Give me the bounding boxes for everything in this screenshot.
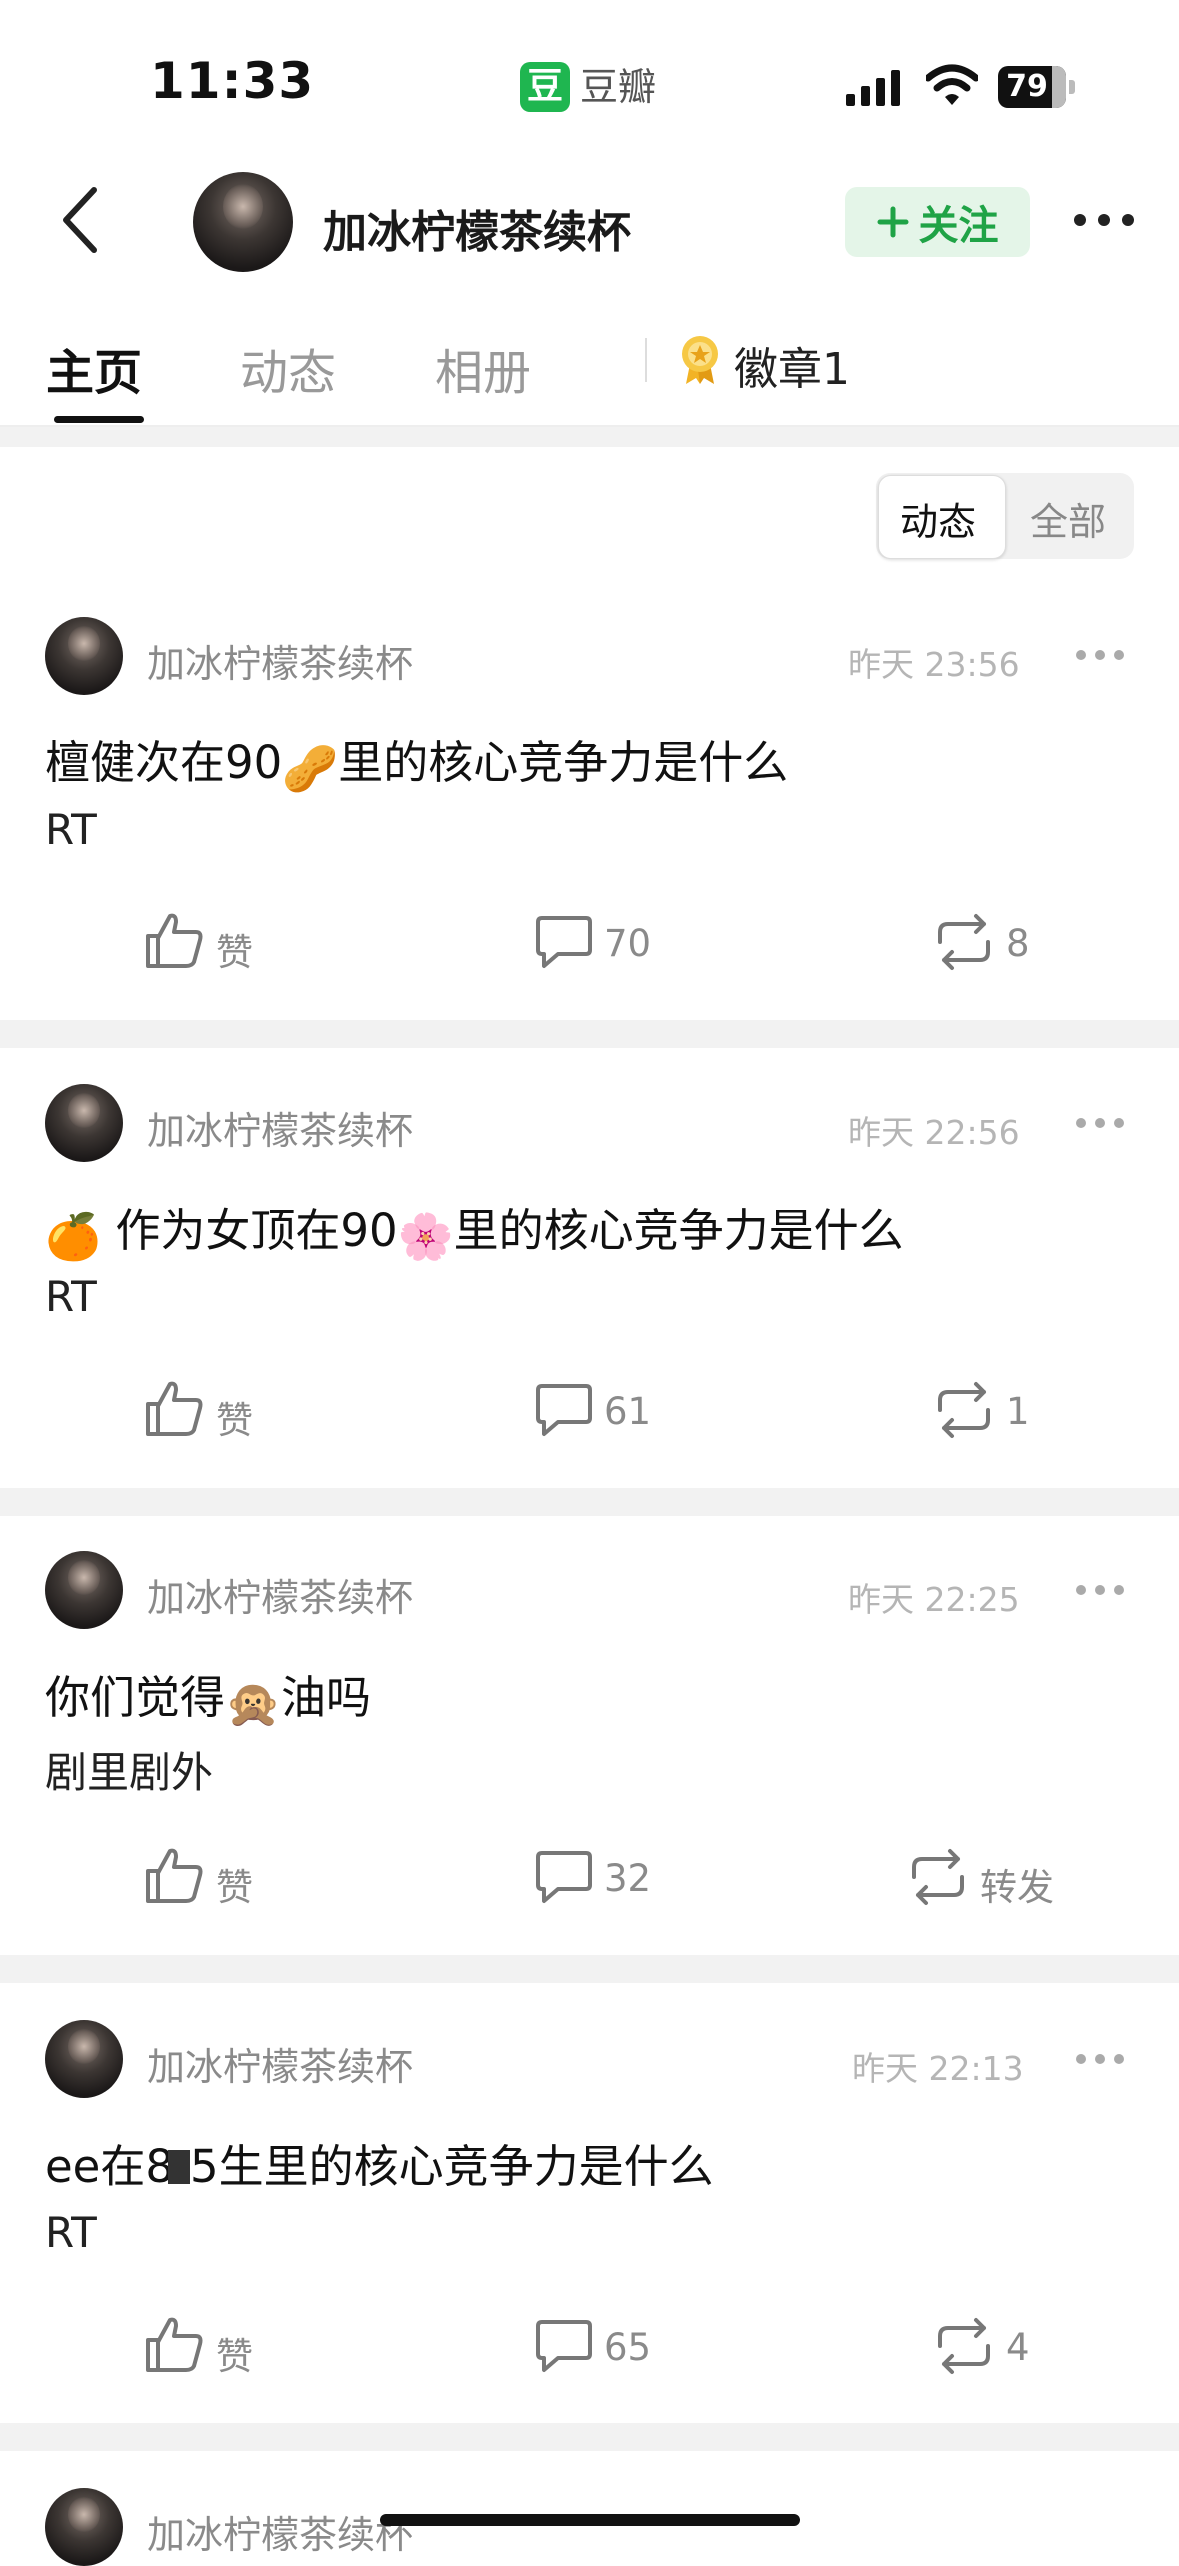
like-label[interactable]: 赞 xyxy=(216,1857,253,1911)
post-body: RT xyxy=(45,2208,97,2257)
like-icon[interactable] xyxy=(142,910,206,970)
comment-count[interactable]: 61 xyxy=(604,1390,651,1433)
follow-button[interactable]: 关注 xyxy=(845,187,1030,257)
post-title-text: 檀健次在90 xyxy=(45,736,283,789)
app-name: 豆瓣 xyxy=(580,65,657,109)
comment-icon[interactable] xyxy=(532,1380,596,1440)
post-time: 昨天 22:56 xyxy=(848,1113,1020,1152)
like-label[interactable]: 赞 xyxy=(216,2326,253,2380)
post-author[interactable]: 加冰柠檬茶续杯 xyxy=(147,633,413,688)
post-author[interactable]: 加冰柠檬茶续杯 xyxy=(147,2504,413,2559)
repost-icon[interactable] xyxy=(932,1380,996,1440)
follow-label: 关注 xyxy=(918,203,999,249)
repost-count[interactable]: 4 xyxy=(1006,2326,1030,2369)
post-author-avatar[interactable] xyxy=(45,1084,123,1162)
repost-icon[interactable] xyxy=(932,912,996,972)
profile-name: 加冰柠檬茶续杯 xyxy=(323,207,631,258)
post-separator xyxy=(0,1488,1179,1516)
post-author-avatar[interactable] xyxy=(45,617,123,695)
post-title-text: 你们觉得 xyxy=(45,1671,226,1724)
back-icon[interactable] xyxy=(50,180,110,260)
comment-icon[interactable] xyxy=(532,2316,596,2376)
blossom-emoji: 🌸 xyxy=(397,1210,454,1263)
post-title-text: 油吗 xyxy=(281,1671,372,1724)
repost-icon[interactable] xyxy=(932,2316,996,2376)
tab-badges[interactable]: 徽章1 xyxy=(734,333,850,397)
post-author[interactable]: 加冰柠檬茶续杯 xyxy=(147,1100,413,1155)
post-time: 昨天 22:13 xyxy=(852,2049,1024,2088)
post-time: 昨天 23:56 xyxy=(848,645,1020,684)
douban-app-icon: 豆 xyxy=(520,62,570,112)
orange-emoji: 🍊 xyxy=(45,1210,102,1263)
more-options-icon[interactable] xyxy=(1072,210,1136,230)
battery-level: 79 xyxy=(1006,69,1048,104)
comment-icon[interactable] xyxy=(532,1847,596,1907)
post-title: ee在8 5生里的核心竞争力是什么 xyxy=(45,2130,714,2195)
like-icon[interactable] xyxy=(142,1378,206,1438)
comment-icon[interactable] xyxy=(532,912,596,972)
post-title: 你们觉得🙊油吗 xyxy=(45,1661,371,1730)
tab-home[interactable]: 主页 xyxy=(46,333,142,403)
post-body: 剧里剧外 xyxy=(45,1748,214,1797)
repost-count[interactable]: 8 xyxy=(1006,922,1030,965)
home-indicator[interactable] xyxy=(380,2514,800,2526)
post-title-text: 作为女顶在90 xyxy=(101,1204,398,1257)
profile-avatar[interactable] xyxy=(193,172,293,272)
post-title-text: ee在8 xyxy=(45,2140,175,2193)
post-more-icon[interactable] xyxy=(1075,1583,1125,1597)
post-author[interactable]: 加冰柠檬茶续杯 xyxy=(147,1567,413,1622)
post-title: 檀健次在90🥜里的核心竞争力是什么 xyxy=(45,726,788,795)
section-separator xyxy=(0,427,1179,447)
post-separator xyxy=(0,1955,1179,1983)
tab-activity[interactable]: 动态 xyxy=(240,333,336,403)
monkey-emoji: 🙊 xyxy=(225,1677,282,1730)
post-title-text: 里的核心竞争力是什么 xyxy=(453,1204,904,1257)
peanut-emoji: 🥜 xyxy=(282,742,339,795)
post-title-text: 里的核心竞争力是什么 xyxy=(338,736,789,789)
post-separator xyxy=(0,1020,1179,1048)
post-body: RT xyxy=(45,1272,97,1321)
filter-activity[interactable]: 动态 xyxy=(900,491,976,546)
battery-indicator: 79 xyxy=(998,66,1076,108)
comment-count[interactable]: 70 xyxy=(604,922,651,965)
active-tab-indicator xyxy=(54,416,144,423)
redaction-mark xyxy=(168,2150,191,2184)
post-separator xyxy=(0,2423,1179,2451)
plus-icon xyxy=(877,206,908,238)
comment-count[interactable]: 65 xyxy=(604,2326,651,2369)
repost-label[interactable]: 转发 xyxy=(980,1857,1054,1911)
post-body: RT xyxy=(45,805,97,854)
like-label[interactable]: 赞 xyxy=(216,922,253,976)
comment-count[interactable]: 32 xyxy=(604,1857,651,1900)
post-more-icon[interactable] xyxy=(1075,2052,1125,2066)
post-title-text: 5生里的核心竞争力是什么 xyxy=(190,2140,714,2193)
post-author[interactable]: 加冰柠檬茶续杯 xyxy=(147,2036,413,2091)
repost-icon[interactable] xyxy=(906,1847,970,1907)
wifi-icon xyxy=(926,64,978,105)
post-title: 🍊 作为女顶在90🌸里的核心竞争力是什么 xyxy=(45,1194,904,1263)
tab-album[interactable]: 相册 xyxy=(435,333,531,403)
post-author-avatar[interactable] xyxy=(45,2020,123,2098)
post-more-icon[interactable] xyxy=(1075,1116,1125,1130)
filter-all[interactable]: 全部 xyxy=(1030,491,1106,546)
like-icon[interactable] xyxy=(142,2314,206,2374)
repost-count[interactable]: 1 xyxy=(1006,1390,1030,1433)
post-author-avatar[interactable] xyxy=(45,2488,123,2566)
post-more-icon[interactable] xyxy=(1075,648,1125,662)
medal-icon xyxy=(682,336,718,384)
tab-divider xyxy=(645,338,647,382)
post-time: 昨天 22:25 xyxy=(848,1580,1020,1619)
status-time: 11:33 xyxy=(150,52,315,110)
cellular-signal-icon xyxy=(846,70,900,106)
like-icon[interactable] xyxy=(142,1845,206,1905)
like-label[interactable]: 赞 xyxy=(216,1390,253,1444)
post-author-avatar[interactable] xyxy=(45,1551,123,1629)
